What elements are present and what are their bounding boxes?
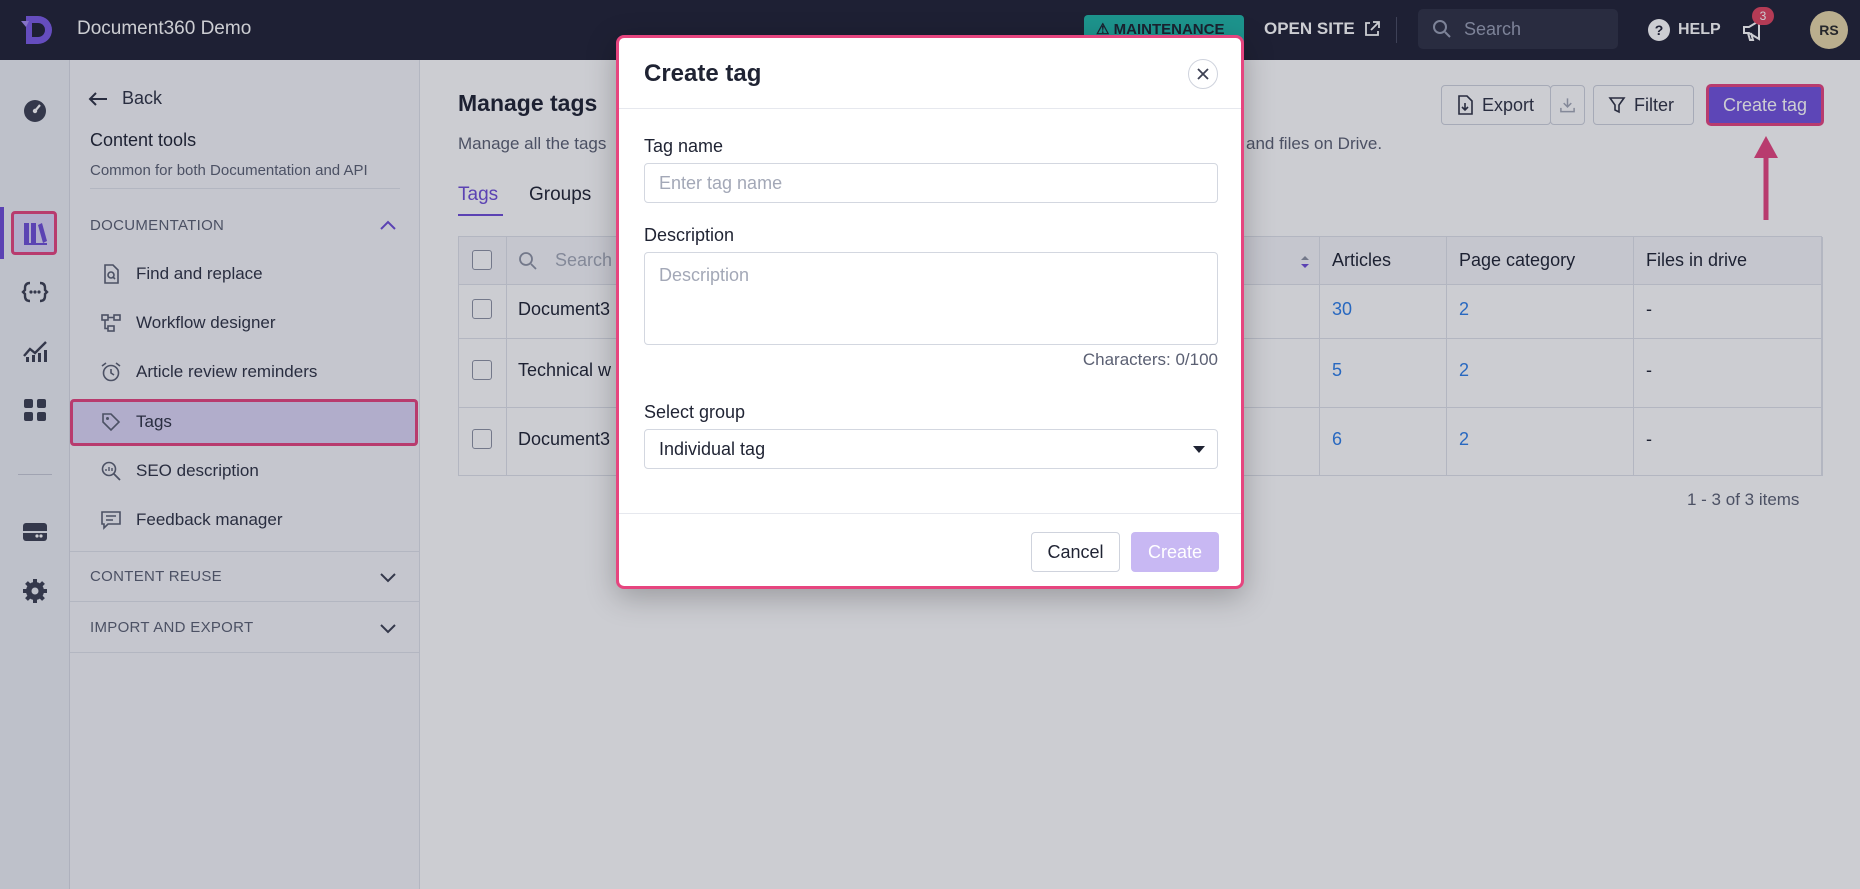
description-label: Description [644, 225, 735, 245]
select-group-dropdown[interactable]: Individual tag [644, 429, 1218, 469]
character-counter: Characters: 0/100 [1082, 350, 1218, 369]
create-button[interactable]: Create [1131, 532, 1219, 572]
close-icon [1197, 68, 1209, 80]
select-group-label: Select group [644, 402, 746, 422]
dialog-title: Create tag [644, 60, 762, 87]
close-button[interactable] [1188, 59, 1218, 89]
dialog-header-divider [619, 108, 1241, 109]
caret-down-icon [1193, 446, 1205, 453]
create-tag-dialog: Create tag Tag name Description Characte… [616, 35, 1244, 589]
description-textarea[interactable] [644, 252, 1218, 345]
tag-name-label: Tag name [644, 136, 724, 156]
cancel-button[interactable]: Cancel [1031, 532, 1120, 572]
tag-name-input[interactable] [644, 163, 1218, 203]
select-group-value: Individual tag [659, 439, 766, 459]
dialog-footer-divider [619, 513, 1241, 514]
